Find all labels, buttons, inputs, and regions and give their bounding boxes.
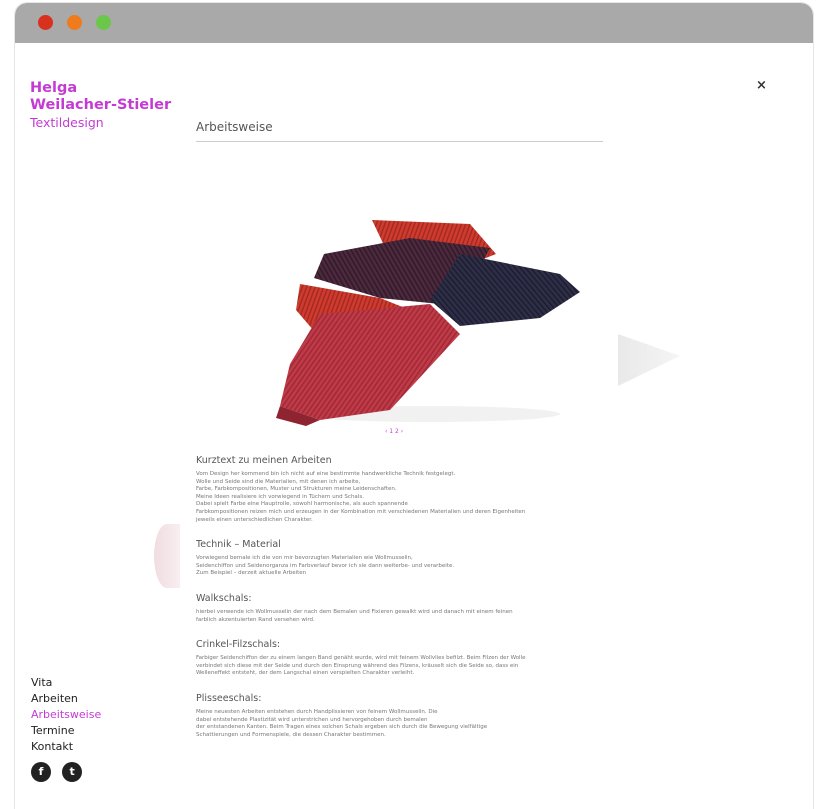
section-line: Seidenchiffon und Seidenorganza im Farbv… [196,562,455,569]
page-title: Arbeitsweise [196,120,273,134]
minimize-window-button[interactable] [67,15,82,30]
section-heading: Plisseeschals: [196,692,262,704]
section-line: der entstandenen Kanten. Beim Tragen ein… [196,724,488,731]
section-line: Vom Design her kommend bin ich nicht auf… [196,471,456,477]
scarf-photo [276,220,580,426]
content-section: Crinkel-Filzschals: Farbiger Seidenchiffo… [196,639,636,678]
section-line: Farbkompositionen reizen mich und erzeug… [196,508,526,515]
window-titlebar [15,3,813,43]
section-line: farblich akzentuierten Rand versehen wir… [196,616,315,623]
content-section: Walkschals: hierbei verwende ich Wollmuss… [196,593,636,624]
close-window-button[interactable] [38,15,53,30]
gallery-pager[interactable]: ‹ 1 2 › [385,428,403,435]
content-section: Plisseeschals: Meine neuesten Arbeiten en… [196,693,636,739]
section-body: Vorwiegend bemale ich die von mir bevorz… [196,555,636,578]
section-line: verbindet sich diese mit der Seide und d… [196,662,519,669]
title-divider [196,141,603,142]
main-nav: Vita Arbeiten Arbeitsweise Termine Kontakt [31,675,101,755]
section-body: Meine neuesten Arbeiten entstehen durch … [196,709,636,739]
nav-item-arbeiten[interactable]: Arbeiten [31,691,101,707]
previous-slide-preview[interactable] [154,524,180,588]
section-line: Schattierungen und Formenspiele, die des… [196,731,386,738]
section-heading: Crinkel-Filzschals: [196,639,281,651]
content-section: Technik – Material Vorwiegend bemale ich … [196,539,636,578]
section-body: Vom Design her kommend bin ich nicht auf… [196,471,636,524]
close-icon[interactable]: × [756,79,767,93]
brand-name-line2: Weilacher-Stieler [30,97,172,113]
brand-name-line1: Helga [30,80,78,96]
section-line: jeweils einen unterschiedlichen Charakte… [196,516,313,523]
section-body: Farbiger Seidenchiffon der zu einem lang… [196,655,636,678]
nav-item-kontakt[interactable]: Kontakt [31,739,101,755]
social-links: f t [31,762,88,786]
nav-item-termine[interactable]: Termine [31,723,101,739]
section-line: Wolle und Seide sind die Materialien, mi… [196,478,361,485]
section-heading: Walkschals: [196,592,252,604]
section-line: Welleneffekt entsteht, der dem Langschal… [196,670,415,677]
maximize-window-button[interactable] [96,15,111,30]
twitter-glyph: t [69,765,75,778]
section-heading: Kurztext zu meinen Arbeiten [196,455,332,466]
site-logo[interactable]: Helga Weilacher-Stieler Textildesign [30,80,171,131]
section-line: Farbiger Seidenchiffon der zu einem lang… [196,655,526,662]
content-section: Kurztext zu meinen Arbeiten Vom Design he… [196,455,636,524]
section-line: Meine Ideen realisiere ich vorwiegend in… [196,493,364,500]
section-line: Vorwiegend bemale ich die von mir bevorz… [196,555,413,562]
section-body: hierbei verwende ich Wollmusselin der na… [196,609,636,624]
facebook-icon[interactable]: f [31,762,51,782]
article-content: Kurztext zu meinen Arbeiten Vom Design he… [196,455,636,754]
facebook-glyph: f [38,765,44,778]
brand-subtitle: Textildesign [30,115,104,130]
section-line: Zum Beispiel – derzeit aktuelle Arbeiten [196,570,307,577]
section-line: Meine neuesten Arbeiten entstehen durch … [196,708,438,715]
section-line: hierbei verwende ich Wollmusselin der na… [196,608,513,615]
nav-item-vita[interactable]: Vita [31,675,101,691]
section-line: Dabei spielt Farbe eine Hauptrolle, sowo… [196,501,408,508]
nav-item-arbeitsweise[interactable]: Arbeitsweise [31,707,101,723]
section-line: dabei entstehende Plastizität wird unter… [196,716,428,723]
twitter-icon[interactable]: t [62,762,83,782]
section-line: Farbe, Farbkompositionen, Muster und Str… [196,486,397,493]
section-heading: Technik – Material [196,539,281,551]
